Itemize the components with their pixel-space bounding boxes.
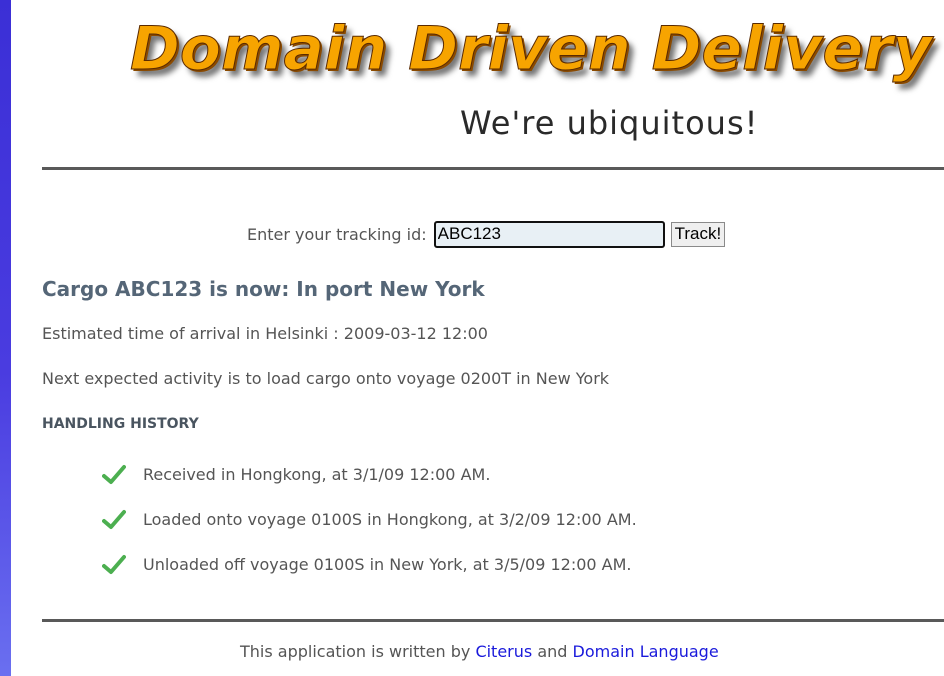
- eta-text: Estimated time of arrival in Helsinki : …: [42, 324, 488, 343]
- history-event-text: Unloaded off voyage 0100S in New York, a…: [143, 555, 632, 574]
- citerus-link[interactable]: Citerus: [475, 642, 532, 661]
- history-event-text: Loaded onto voyage 0100S in Hongkong, at…: [143, 510, 637, 529]
- list-item: Received in Hongkong, at 3/1/09 12:00 AM…: [102, 452, 637, 497]
- handling-history-list: Received in Hongkong, at 3/1/09 12:00 AM…: [102, 452, 637, 587]
- track-button[interactable]: Track!: [670, 221, 726, 247]
- checkmark-icon: [102, 554, 126, 574]
- tracking-label: Enter your tracking id:: [247, 224, 427, 244]
- domain-language-link[interactable]: Domain Language: [573, 642, 719, 661]
- tracking-form: Enter your tracking id: Track!: [247, 220, 726, 248]
- checkmark-icon: [102, 464, 126, 484]
- list-item: Unloaded off voyage 0100S in New York, a…: [102, 542, 637, 587]
- footer-conjunction: and: [537, 642, 568, 661]
- footer-prefix: This application is written by: [240, 642, 471, 661]
- checkmark-icon: [102, 509, 126, 529]
- next-activity-text: Next expected activity is to load cargo …: [42, 369, 610, 388]
- left-accent-bar: [0, 0, 11, 676]
- history-event-text: Received in Hongkong, at 3/1/09 12:00 AM…: [143, 465, 491, 484]
- list-item: Loaded onto voyage 0100S in Hongkong, at…: [102, 497, 637, 542]
- logo: Domain Driven Delivery: [130, 14, 933, 85]
- footer-divider: [42, 619, 944, 622]
- page: Domain Driven Delivery We're ubiquitous!…: [42, 0, 944, 676]
- tagline: We're ubiquitous!: [460, 104, 759, 142]
- handling-history-heading: HANDLING HISTORY: [42, 416, 199, 432]
- tracking-id-input[interactable]: [433, 220, 665, 248]
- header-divider: [42, 167, 944, 170]
- footer: This application is written by Citerus a…: [240, 642, 719, 661]
- cargo-status-heading: Cargo ABC123 is now: In port New York: [42, 277, 485, 301]
